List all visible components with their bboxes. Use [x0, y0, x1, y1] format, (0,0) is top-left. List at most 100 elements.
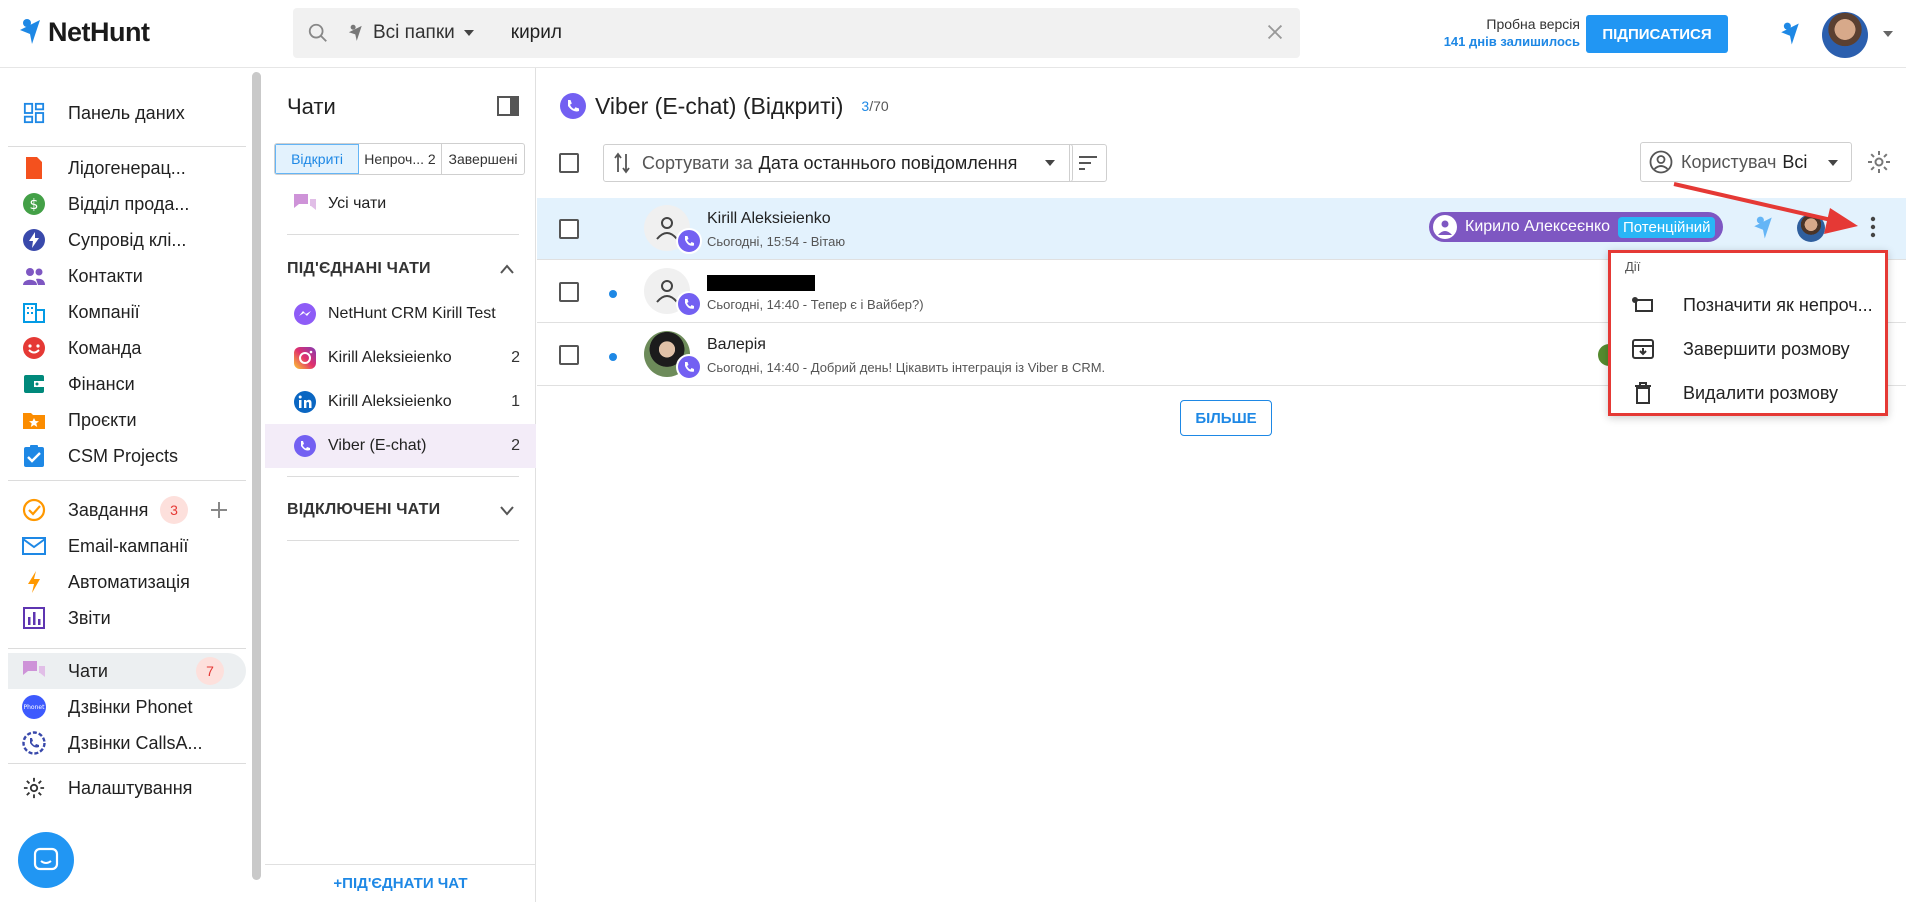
- sort-direction-button[interactable]: [1069, 144, 1107, 182]
- left-navigation: Панель даних Лідогенерац... $ Відділ прод…: [0, 68, 246, 902]
- connect-chat-button[interactable]: +ПІД'ЄДНАТИ ЧАТ: [265, 864, 536, 902]
- page-title: Viber (E-chat) (Відкриті) 3/70: [559, 92, 889, 120]
- chat-bubbles-icon: [292, 191, 318, 217]
- more-vertical-icon[interactable]: [1870, 215, 1876, 239]
- linked-contact-name: Кирило Алексеєнко: [1465, 218, 1611, 235]
- tab-unread[interactable]: Непроч... 2: [359, 144, 442, 174]
- chevron-down-icon[interactable]: [500, 506, 514, 516]
- nav-item-leadgen[interactable]: Лідогенерац...: [8, 150, 246, 186]
- folder-selector[interactable]: Всі папки: [347, 22, 475, 44]
- divider: [287, 234, 519, 235]
- nav-label: Лідогенерац...: [68, 157, 186, 178]
- chat-count: 2: [511, 349, 520, 366]
- phonet-icon: Phonet: [22, 695, 46, 719]
- sort-lines-icon: [1079, 156, 1097, 170]
- connected-chat-item[interactable]: NetHunt CRM Kirill Test: [265, 292, 536, 336]
- nav-group-dashboard: Панель даних: [8, 95, 246, 131]
- load-more-button[interactable]: БІЛЬШЕ: [1180, 400, 1272, 436]
- star-folder-icon: [22, 408, 46, 432]
- row-checkbox[interactable]: [559, 282, 579, 302]
- tab-open[interactable]: Відкриті: [275, 144, 359, 174]
- user-filter[interactable]: Користувач Всі: [1640, 142, 1852, 182]
- nav-item-finance[interactable]: Фінанси: [8, 366, 246, 402]
- bolt-icon: [22, 570, 46, 594]
- viber-icon: [560, 93, 586, 119]
- menu-item-delete-conversation[interactable]: Видалити розмову: [1611, 371, 1885, 415]
- all-chats-item[interactable]: Усі чати: [265, 182, 536, 226]
- divider: [8, 480, 246, 481]
- nav-scrollbar[interactable]: [252, 72, 261, 880]
- nav-label: Відділ прода...: [68, 193, 190, 214]
- menu-item-close-conversation[interactable]: Завершити розмову: [1611, 327, 1885, 371]
- all-chats-label: Усі чати: [328, 195, 387, 212]
- sort-value: Дата останнього повідомлення: [758, 152, 1018, 173]
- nav-item-companies[interactable]: Компанії: [8, 294, 246, 330]
- sort-selector[interactable]: Сортувати за Дата останнього повідомленн…: [603, 144, 1073, 182]
- nav-item-phonet[interactable]: Phonet Дзвінки Phonet: [8, 689, 246, 725]
- mark-unread-icon: [1631, 293, 1655, 317]
- user-avatar[interactable]: [1822, 12, 1868, 58]
- divider: [8, 146, 246, 147]
- row-checkbox[interactable]: [559, 219, 579, 239]
- chevron-down-icon: [1045, 160, 1055, 166]
- connected-chat-item[interactable]: Kirill Aleksieienko 2: [265, 336, 536, 380]
- nav-item-sales[interactable]: $ Відділ прода...: [8, 186, 246, 222]
- connected-chat-item[interactable]: Viber (E-chat) 2: [265, 424, 536, 468]
- folder-label: Всі папки: [373, 22, 455, 43]
- nav-item-contacts[interactable]: Контакти: [8, 258, 246, 294]
- tab-closed[interactable]: Завершені: [442, 144, 524, 174]
- viber-icon: [292, 433, 318, 459]
- nav-label: Фінанси: [68, 373, 135, 394]
- chats-panel-title: Чати: [287, 94, 336, 119]
- bar-chart-icon: [22, 606, 46, 630]
- logo-text: NetHunt: [48, 16, 150, 47]
- nav-item-callsapp[interactable]: Дзвінки CallsA...: [8, 725, 246, 761]
- panel-toggle-icon[interactable]: [497, 96, 519, 116]
- nav-item-support[interactable]: Супровід клі...: [8, 222, 246, 258]
- nav-item-chats[interactable]: Чати 7: [8, 653, 246, 689]
- chat-count-indicator: 3/70: [861, 98, 888, 114]
- user-filter-value: Всі: [1782, 151, 1808, 172]
- viber-badge-icon: [676, 228, 702, 254]
- sort-arrows-icon: [614, 152, 630, 174]
- connected-chats-header[interactable]: ПІД'ЄДНАНІ ЧАТИ: [287, 260, 431, 278]
- nethunt-extension-icon[interactable]: [1778, 20, 1802, 48]
- app: NetHunt Всі папки Пробна версія 141 днів…: [0, 0, 1906, 902]
- row-checkbox[interactable]: [559, 345, 579, 365]
- select-all-checkbox[interactable]: [559, 153, 579, 173]
- support-chat-button[interactable]: [18, 832, 74, 888]
- close-icon[interactable]: [1264, 21, 1286, 43]
- chevron-down-icon[interactable]: [1882, 30, 1894, 38]
- nav-item-settings[interactable]: Налаштування: [8, 770, 246, 806]
- nav-item-team[interactable]: Команда: [8, 330, 246, 366]
- disconnected-chats-header[interactable]: ВІДКЛЮЧЕНІ ЧАТИ: [287, 501, 440, 519]
- nav-item-projects[interactable]: Проєкти: [8, 402, 246, 438]
- sort-label: Сортувати за: [642, 152, 753, 173]
- gear-icon[interactable]: [1867, 150, 1891, 174]
- search-input[interactable]: [510, 22, 1211, 44]
- chat-contact-name: Kirill Aleksieienko: [707, 210, 831, 227]
- nethunt-logo[interactable]: NetHunt: [18, 16, 150, 48]
- menu-item-mark-unread[interactable]: Позначити як непроч...: [1611, 283, 1885, 327]
- nav-item-email-campaigns[interactable]: Email-кампанії: [8, 528, 246, 564]
- nav-label: Контакти: [68, 265, 143, 286]
- viber-badge-icon: [676, 354, 702, 380]
- connected-chat-item[interactable]: Kirill Aleksieienko 1: [265, 380, 536, 424]
- nav-item-automation[interactable]: Автоматизація: [8, 564, 246, 600]
- chat-name: Viber (E-chat): [328, 437, 427, 454]
- search-bar[interactable]: Всі папки: [293, 8, 1300, 58]
- nav-item-tasks[interactable]: Завдання 3: [8, 492, 246, 528]
- nav-item-csm-projects[interactable]: CSM Projects: [8, 438, 246, 474]
- nav-label: Завдання: [68, 499, 149, 520]
- linkedin-icon: [292, 389, 318, 415]
- nav-item-reports[interactable]: Звіти: [8, 600, 246, 636]
- chevron-up-icon[interactable]: [500, 264, 514, 274]
- trial-info: Пробна версія 141 днів залишилось: [1420, 15, 1580, 51]
- chevron-down-icon: [1828, 160, 1838, 166]
- nav-item-dashboard[interactable]: Панель даних: [8, 95, 246, 131]
- top-bar: NetHunt Всі папки Пробна версія 141 днів…: [0, 0, 1906, 68]
- nav-group-communication: Чати 7 Phonet Дзвінки Phonet Дзвінки Call…: [8, 653, 246, 761]
- plus-icon[interactable]: [210, 501, 228, 519]
- building-icon: [22, 300, 46, 324]
- subscribe-button[interactable]: ПІДПИСАТИСЯ: [1586, 15, 1728, 53]
